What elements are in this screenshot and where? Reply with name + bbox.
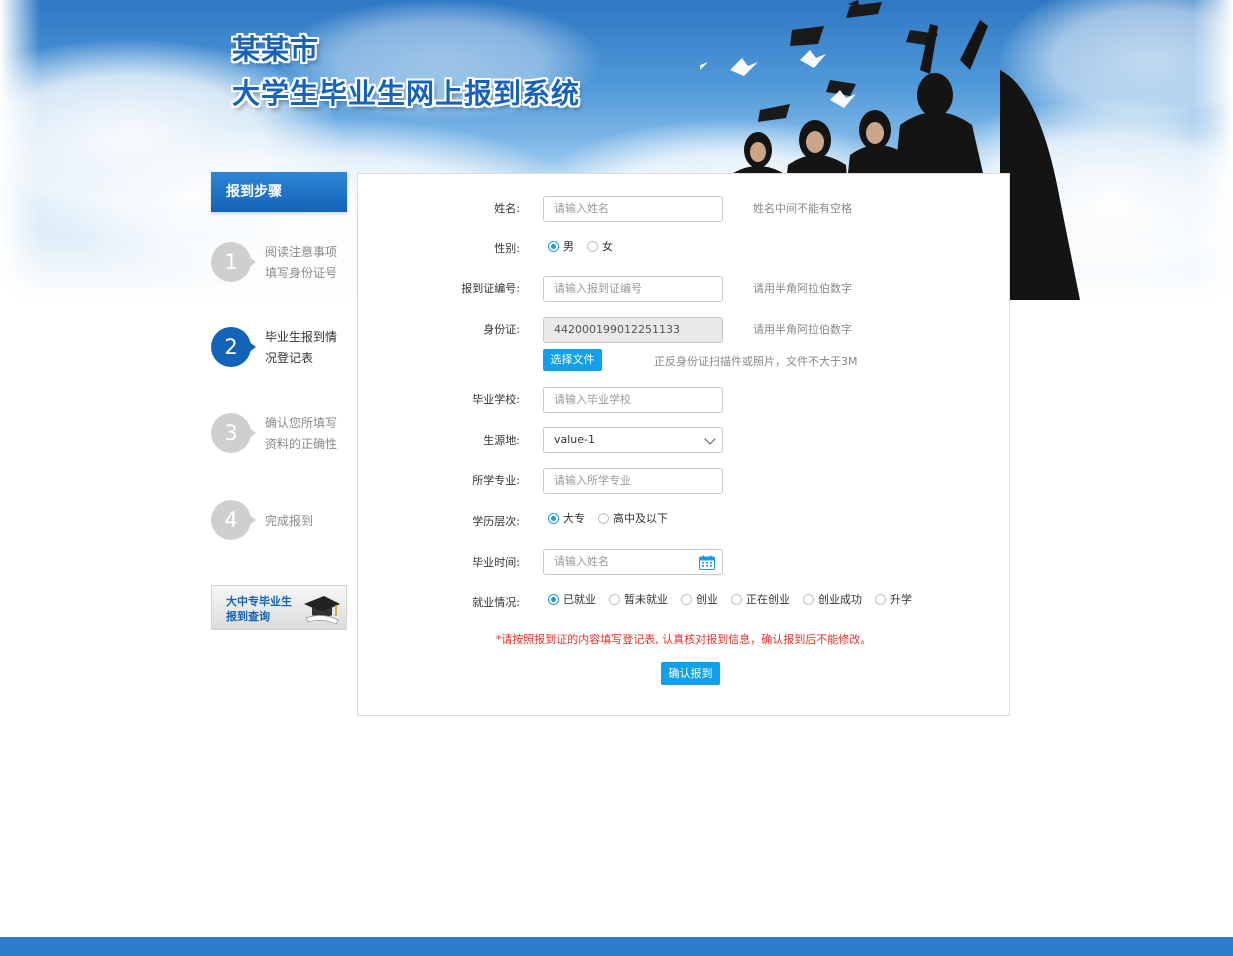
employment-option-label: 升学 [890, 593, 912, 606]
step-label: 阅读注意事项填写身份证号 [265, 245, 338, 280]
employment-option-label: 正在创业 [746, 593, 790, 606]
gender-radio-group: 男 女 [548, 238, 626, 254]
employment-option-employed[interactable]: 已就业 [548, 591, 596, 607]
radio-selected-icon [548, 512, 559, 524]
edu-level-option-highschool-label: 高中及以下 [613, 512, 668, 525]
name-label: 姓名: [494, 202, 520, 215]
major-input[interactable]: 请输入所学专业 [543, 468, 723, 494]
radio-selected-icon [548, 593, 559, 605]
step-label: 毕业生报到情况登记表 [265, 330, 338, 365]
footer-bar [0, 937, 1233, 956]
choose-file-button[interactable]: 选择文件 [543, 349, 602, 371]
chevron-down-icon [704, 433, 716, 445]
employment-option-starting[interactable]: 正在创业 [731, 591, 790, 607]
gender-option-male-label: 男 [563, 240, 574, 253]
step-number-badge: 2 [211, 327, 256, 367]
site-title: 某某市 大学生毕业生网上报到系统 [232, 30, 580, 114]
employment-option-label: 暂未就业 [624, 593, 668, 606]
employment-option-startup[interactable]: 创业 [681, 591, 718, 607]
step-label: 确认您所填写资料的正确性 [265, 416, 338, 451]
gender-option-female[interactable]: 女 [587, 238, 613, 254]
employment-radio-group: 已就业 暂未就业 创业 正在创业 创业成功 升学 [548, 591, 925, 607]
step-2: 2 毕业生报到情况登记表 [211, 327, 351, 371]
origin-select-value: value-1 [554, 433, 596, 446]
edu-level-option-college-label: 大专 [563, 512, 585, 525]
confirm-report-button[interactable]: 确认报到 [661, 662, 720, 685]
gender-option-female-label: 女 [602, 240, 613, 253]
step-number-badge: 4 [211, 500, 256, 540]
grad-time-label: 毕业时间: [472, 556, 520, 569]
report-query-line1: 大中专毕业生 [226, 595, 292, 608]
school-label: 毕业学校: [472, 393, 520, 406]
employment-option-label: 创业成功 [818, 593, 862, 606]
step-3: 3 确认您所填写资料的正确性 [211, 413, 351, 457]
step-label: 完成报到 [265, 514, 314, 528]
form-warning-note: *请按照报到证的内容填写登记表, 认真核对报到信息，确认报到后不能修改。 [495, 633, 872, 646]
radio-icon [803, 593, 814, 605]
step-4: 4 完成报到 [211, 500, 351, 544]
radio-icon [609, 593, 620, 605]
employment-label: 就业情况: [472, 596, 520, 609]
origin-label: 生源地: [483, 434, 520, 447]
step-number-badge: 3 [211, 413, 256, 453]
radio-icon [731, 593, 742, 605]
report-no-input[interactable]: 请输入报到证编号 [543, 276, 723, 302]
grad-time-input[interactable]: 请输入姓名 [543, 549, 723, 575]
step-number-badge: 1 [211, 242, 256, 282]
edu-level-radio-group: 大专 高中及以下 [548, 510, 681, 526]
name-input[interactable]: 请输入姓名 [543, 196, 723, 222]
report-query-line2: 报到查询 [226, 610, 270, 623]
name-hint: 姓名中间不能有空格 [753, 202, 852, 215]
site-title-system: 大学生毕业生网上报到系统 [232, 77, 581, 110]
employment-option-not-employed[interactable]: 暂未就业 [609, 591, 668, 607]
employment-option-label: 创业 [696, 593, 718, 606]
id-card-input[interactable]: 442000199012251133 [543, 317, 723, 343]
id-card-hint: 请用半角阿拉伯数字 [753, 323, 852, 336]
report-no-label: 报到证编号: [461, 282, 520, 295]
calendar-icon[interactable] [699, 555, 715, 570]
major-label: 所学专业: [472, 474, 520, 487]
radio-icon [598, 512, 609, 524]
employment-option-label: 已就业 [563, 593, 596, 606]
gender-option-male[interactable]: 男 [548, 238, 574, 254]
radio-icon [587, 240, 598, 252]
edu-level-option-college[interactable]: 大专 [548, 510, 585, 526]
edu-level-label: 学历层次: [472, 515, 520, 528]
employment-option-startup-success[interactable]: 创业成功 [803, 591, 862, 607]
site-title-city: 某某市 [232, 33, 320, 66]
radio-icon [875, 593, 886, 605]
file-hint: 正反身份证扫描件或照片，文件不大于3M [654, 355, 858, 368]
origin-select[interactable]: value-1 [543, 427, 723, 453]
graduation-cap-icon [304, 596, 340, 625]
edu-level-option-highschool[interactable]: 高中及以下 [598, 510, 668, 526]
gender-label: 性别: [494, 242, 520, 255]
step-1: 1 阅读注意事项填写身份证号 [211, 242, 351, 286]
radio-icon [681, 593, 692, 605]
grad-time-placeholder: 请输入姓名 [554, 555, 609, 568]
report-query-link[interactable]: 大中专毕业生 报到查询 [211, 585, 347, 630]
report-query-label: 大中专毕业生 报到查询 [226, 594, 292, 624]
report-no-hint: 请用半角阿拉伯数字 [753, 282, 852, 295]
steps-header: 报到步骤 [211, 172, 347, 212]
id-card-label: 身份证: [483, 323, 520, 336]
school-input[interactable]: 请输入毕业学校 [543, 387, 723, 413]
employment-option-further-study[interactable]: 升学 [875, 591, 912, 607]
radio-selected-icon [548, 240, 559, 252]
